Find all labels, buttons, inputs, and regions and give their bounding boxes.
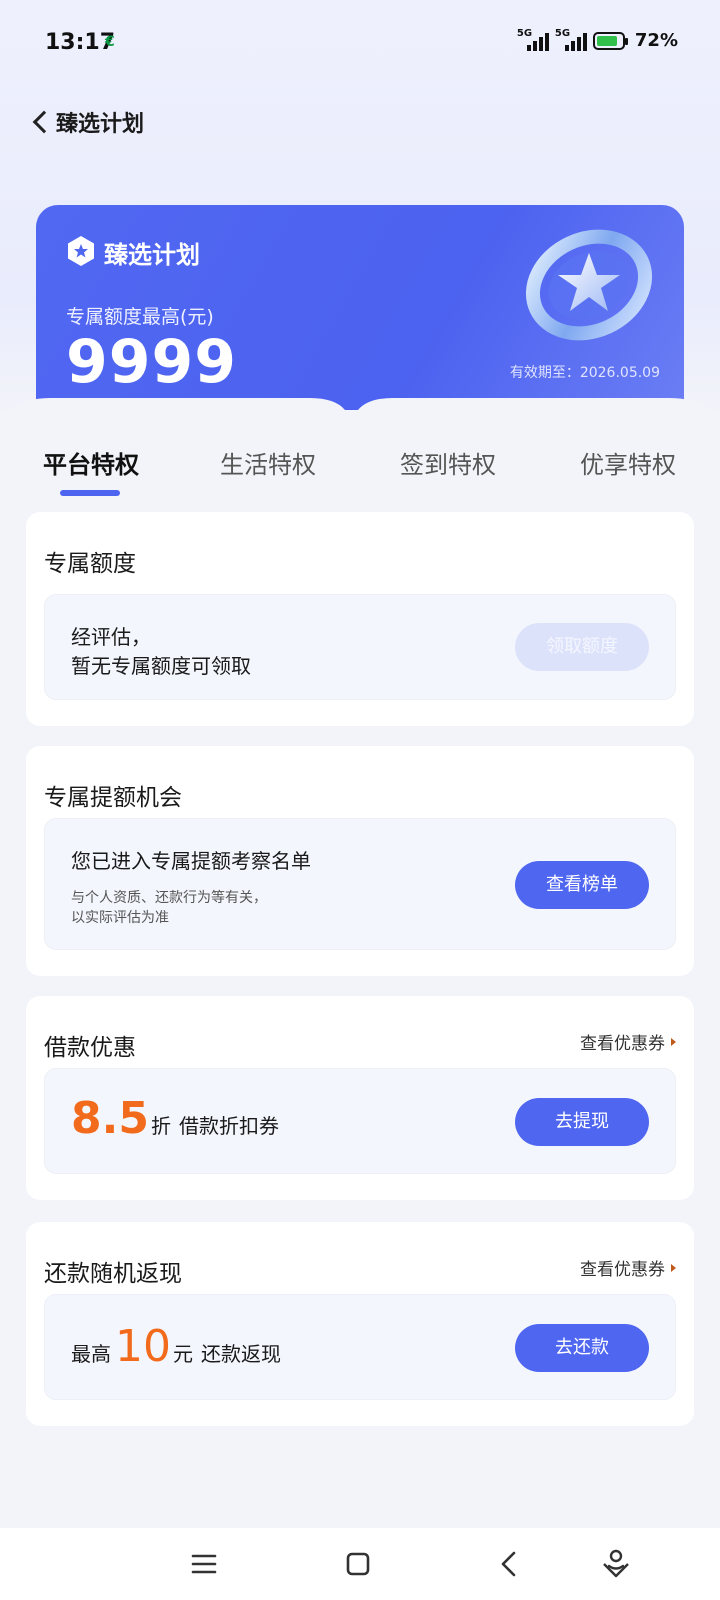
quota-card-title: 专属额度 — [44, 551, 136, 577]
discount-unit: 折 — [150, 1114, 171, 1138]
plan-subtitle: 专属额度最高(元) — [66, 306, 214, 328]
cashback-amount: 10 — [115, 1321, 171, 1372]
tab-platform[interactable]: 平台特权 — [43, 445, 139, 480]
discount-value: 8.5 — [71, 1093, 149, 1144]
loan-panel: 8.5 折 借款折扣券 去提现 — [44, 1068, 676, 1174]
plan-valid-date: 有效期至：2026.05.09 — [509, 365, 660, 381]
tab-life[interactable]: 生活特权 — [220, 445, 316, 480]
coupon-label: 借款折扣券 — [178, 1114, 279, 1138]
back-icon[interactable] — [492, 1546, 528, 1582]
raise-card-title: 专属提额机会 — [44, 785, 182, 811]
view-coupons-link-2[interactable]: 查看优惠券 — [580, 1255, 676, 1280]
tab-premium[interactable]: 优享特权 — [580, 445, 676, 480]
raise-card: 专属提额机会 您已进入专属提额考察名单 与个人资质、还款行为等有关， 以实际评估… — [26, 746, 694, 976]
quota-line-2: 暂无专属额度可领取 — [71, 654, 251, 678]
claim-quota-button[interactable]: 领取额度 — [515, 623, 649, 671]
view-coupons-label-2: 查看优惠券 — [580, 1260, 665, 1280]
plan-badge-icon — [68, 236, 94, 266]
page-header: 臻选计划 — [0, 96, 720, 146]
system-nav-bar — [0, 1528, 720, 1600]
arrow-right-icon — [671, 1037, 676, 1046]
raise-note-2: 以实际评估为准 — [71, 910, 169, 926]
view-coupons-link[interactable]: 查看优惠券 — [580, 1029, 676, 1054]
plan-amount: 9999 — [66, 327, 237, 397]
loan-discount-card: 借款优惠 查看优惠券 8.5 折 借款折扣券 去提现 — [26, 996, 694, 1200]
tab-indicator — [60, 490, 120, 496]
status-icons: 5G 5G 72% — [516, 27, 678, 52]
network-speed-icon: € — [105, 34, 115, 50]
status-bar: 13:17 € 5G 5G 72% — [0, 0, 720, 90]
cashback-panel: 最高 10 元 还款返现 去还款 — [44, 1294, 676, 1400]
assistant-icon[interactable] — [598, 1546, 634, 1582]
view-ranking-button[interactable]: 查看榜单 — [515, 861, 649, 909]
plan-title: 臻选计划 — [104, 241, 200, 269]
battery-icon — [592, 31, 628, 50]
tab-checkin[interactable]: 签到特权 — [400, 445, 496, 480]
loan-discount-row: 8.5 折 借款折扣券 — [71, 1093, 279, 1144]
menu-icon[interactable] — [186, 1546, 222, 1582]
battery-level: 72% — [634, 30, 678, 51]
repay-button[interactable]: 去还款 — [515, 1324, 649, 1372]
withdraw-button[interactable]: 去提现 — [515, 1098, 649, 1146]
arrow-right-icon — [671, 1263, 676, 1272]
signal-label-2: 5G — [554, 27, 571, 39]
raise-panel: 您已进入专属提额考察名单 与个人资质、还款行为等有关， 以实际评估为准 查看榜单 — [44, 818, 676, 950]
star-ring-emblem-icon — [525, 229, 653, 341]
cashback-row: 最高 10 元 还款返现 — [71, 1321, 281, 1372]
signal-icon: 5G — [516, 27, 549, 51]
cashback-prefix: 最高 — [71, 1342, 111, 1366]
home-icon[interactable] — [340, 1546, 376, 1582]
loan-card-title: 借款优惠 — [44, 1035, 136, 1061]
cashback-card: 还款随机返现 查看优惠券 最高 10 元 还款返现 去还款 — [26, 1222, 694, 1426]
signal-icon-2: 5G — [554, 27, 587, 51]
quota-line-1: 经评估， — [71, 625, 151, 649]
cashback-card-title: 还款随机返现 — [44, 1261, 182, 1287]
view-coupons-label: 查看优惠券 — [580, 1034, 665, 1054]
cashback-unit: 元 — [173, 1342, 193, 1366]
page-title: 臻选计划 — [56, 112, 145, 137]
cashback-label: 还款返现 — [201, 1342, 281, 1366]
quota-panel: 经评估， 暂无专属额度可领取 领取额度 — [44, 594, 676, 700]
raise-headline: 您已进入专属提额考察名单 — [71, 849, 311, 873]
back-arrow-icon[interactable] — [28, 106, 58, 136]
privilege-tabs: 平台特权 生活特权 签到特权 优享特权 — [0, 445, 720, 505]
quota-card: 专属额度 经评估， 暂无专属额度可领取 领取额度 — [26, 512, 694, 726]
signal-label: 5G — [516, 27, 533, 39]
raise-note-1: 与个人资质、还款行为等有关， — [71, 890, 267, 906]
